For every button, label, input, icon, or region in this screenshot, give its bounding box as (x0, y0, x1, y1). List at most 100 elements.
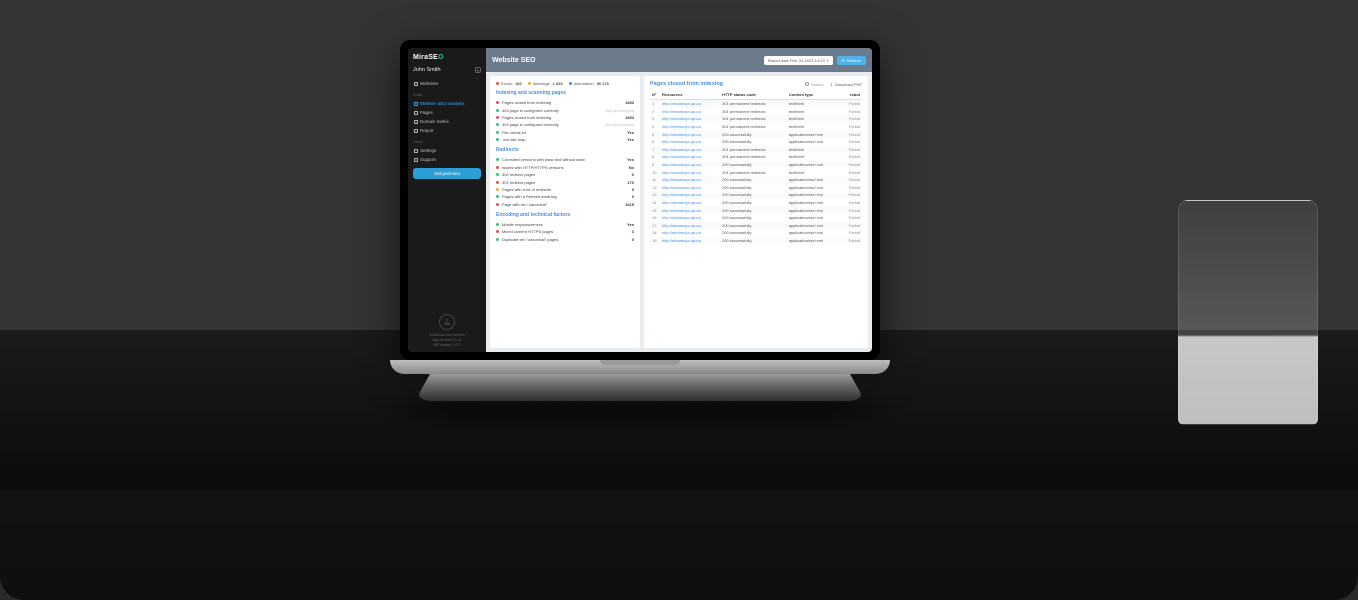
table-row[interactable]: 6http://miraseopr.qa.ua200 successfullya… (650, 138, 862, 146)
issue-row[interactable]: Pages closed from indexing1653 (496, 114, 634, 121)
table-row[interactable]: 17http://miraseopr.qa.ua200 successfully… (650, 222, 862, 230)
table-row[interactable]: 15http://miraseopr.qa.ua200 successfully… (650, 206, 862, 214)
resource-link[interactable]: http://miraseopr.qa.ua (662, 124, 701, 129)
resource-link[interactable]: http://miraseopr.qa.ua (662, 147, 701, 152)
brand-accent: O (438, 54, 444, 61)
table-row[interactable]: 7http://miraseopr.qa.ua301 permanent red… (650, 146, 862, 154)
issue-label: Pages closed from indexing (502, 115, 622, 120)
issue-row[interactable]: Pages with a Refresh meta tag0 (496, 193, 634, 200)
sidebar-footer: ▯ 0% Download new version App version 1.… (413, 314, 481, 348)
resource-link[interactable]: http://miraseopr.qa.ua (662, 132, 701, 137)
table-row[interactable]: 2http://miraseopr.qa.ua301 permanent red… (650, 108, 862, 116)
table-row[interactable]: 4http://miraseopr.qa.ua301 permanent red… (650, 123, 862, 131)
resource-link[interactable]: http://miraseopr.qa.ua (662, 192, 701, 197)
api-version: API version 1.0.7 (413, 343, 481, 348)
table-row[interactable]: 16http://miraseopr.qa.ua200 successfully… (650, 214, 862, 222)
resource-link[interactable]: http://miraseopr.qa.ua (662, 139, 701, 144)
issue-value: Yes (627, 157, 634, 162)
table-row[interactable]: 8http://miraseopr.qa.ua301 permanent red… (650, 153, 862, 161)
get-premium-button[interactable]: Get premium (413, 168, 481, 179)
table-row[interactable]: 5http://miraseopr.qa.ua200 successfullya… (650, 130, 862, 138)
resource-link[interactable]: http://miraseopr.qa.ua (662, 223, 701, 228)
nav-domain-metric[interactable]: Domain metric (413, 117, 481, 126)
table-row[interactable]: 3http://miraseopr.qa.ua301 permanent red… (650, 115, 862, 123)
th-index[interactable]: Nº (650, 90, 660, 100)
status-dot-icon (496, 181, 499, 184)
nav-item-icon (414, 158, 418, 162)
issue-row[interactable]: Duplicate rel="canonical" pages0 (496, 236, 634, 243)
report-date-picker[interactable]: Report date Feb. 24,2023 14:23 ▾ (764, 56, 833, 65)
issue-row[interactable]: 302 redirect pages0 (496, 171, 634, 178)
page-icon (414, 82, 418, 86)
resource-link[interactable]: http://miraseopr.qa.ua (662, 177, 701, 182)
cell-index: 15 (650, 206, 660, 214)
resource-link[interactable]: http://miraseopr.qa.ua (662, 238, 701, 243)
issue-row[interactable]: .xml site mapYes (496, 136, 634, 143)
download-pdf-button[interactable]: ⇩ Download PDF (830, 82, 862, 87)
resource-link[interactable]: http://miraseopr.qa.ua (662, 215, 701, 220)
issue-row[interactable]: Mobile responsivenessYes (496, 221, 634, 228)
issue-row[interactable]: File robots.txtYes (496, 129, 634, 136)
issue-row[interactable]: Pages closed from indexing1653 (496, 99, 634, 106)
table-row[interactable]: 18http://miraseopr.qa.ua200 successfully… (650, 229, 862, 237)
nav-settings[interactable]: Settings (413, 146, 481, 155)
table-row[interactable]: 1http://miraseopr.qa.ua301 permanent red… (650, 100, 862, 108)
resource-link[interactable]: http://miraseopr.qa.ua (662, 230, 701, 235)
issue-row[interactable]: Pages with a lot of redirects9 (496, 186, 634, 193)
table-row[interactable]: 10http://miraseopr.qa.ua301 permanent re… (650, 168, 862, 176)
resource-link[interactable]: http://miraseopr.qa.ua (662, 154, 701, 159)
resource-link[interactable]: http://miraseopr.qa.ua (662, 109, 701, 114)
resource-link[interactable]: http://miraseopr.qa.ua (662, 208, 701, 213)
search-input[interactable]: Search (805, 82, 824, 87)
refresh-button[interactable]: ⟳ Refresh (837, 56, 866, 65)
table-row[interactable]: 9http://miraseopr.qa.ua200 successfullya… (650, 161, 862, 169)
resource-link[interactable]: http://miraseopr.qa.ua (662, 101, 701, 106)
refresh-icon: ⟳ (842, 58, 845, 63)
cell-ctype: application/rss+xml (787, 184, 841, 192)
issue-row[interactable]: Mixed content HTTPS pages3 (496, 228, 634, 235)
nav-report[interactable]: Report (413, 126, 481, 135)
issue-row[interactable]: 404 page is configured correctlyNot yet … (496, 106, 634, 113)
table-row[interactable]: 12http://miraseopr.qa.ua200 successfully… (650, 184, 862, 192)
th-ctype[interactable]: Content type (787, 90, 841, 100)
issue-value: Yes (627, 137, 634, 142)
table-row[interactable]: 11http://miraseopr.qa.ua200 successfully… (650, 176, 862, 184)
brand-logo: MiraSEO (413, 54, 481, 61)
resource-link[interactable]: http://miraseopr.qa.ua (662, 116, 701, 121)
issue-label: Pages with a Refresh meta tag (502, 194, 629, 199)
cell-status: 301 permanent redirects (720, 108, 787, 116)
search-icon (805, 82, 809, 86)
resource-link[interactable]: http://miraseopr.qa.ua (662, 185, 701, 190)
cell-resource: http://miraseopr.qa.ua (660, 123, 720, 131)
issue-row[interactable]: Issues with HTTP/HTTPS versionsNo (496, 164, 634, 171)
th-resources[interactable]: Resources (660, 90, 720, 100)
user-switcher[interactable]: John Smith ▾ (413, 67, 481, 73)
glass-prop (1178, 200, 1318, 425)
issue-row[interactable]: 301 redirect pages170 (496, 178, 634, 185)
resource-link[interactable]: http://miraseopr.qa.ua (662, 162, 701, 167)
nav-pages[interactable]: Pages (413, 108, 481, 117)
table-row[interactable]: 14http://miraseopr.qa.ua200 successfully… (650, 199, 862, 207)
nav-websites[interactable]: Websites (413, 79, 481, 88)
nav-support[interactable]: Support (413, 155, 481, 164)
issue-row[interactable]: 404 page is configured correctlyNot yet … (496, 121, 634, 128)
th-robot[interactable]: robot (840, 90, 862, 100)
issue-label: Pages with a lot of redirects (502, 187, 629, 192)
th-status[interactable]: HTTP status code (720, 90, 787, 100)
resource-link[interactable]: http://miraseopr.qa.ua (662, 170, 701, 175)
stats-bar: Errors: 182 Warnings: 1 833 Information:… (496, 81, 634, 86)
status-dot-icon (496, 131, 499, 134)
nav-website-seo[interactable]: Website SEO analysis (413, 99, 481, 108)
issue-row[interactable]: Page with rel="canonical"1615 (496, 201, 634, 208)
resource-link[interactable]: http://miraseopr.qa.ua (662, 200, 701, 205)
cell-status: 200 successfully (720, 237, 787, 245)
sidebar: MiraSEO John Smith ▾ Websites AuditWebsi… (408, 48, 486, 352)
section-title: Encoding and technical factors (496, 212, 634, 218)
cell-status: 301 permanent redirects (720, 146, 787, 154)
table-row[interactable]: 13http://miraseopr.qa.ua200 successfully… (650, 191, 862, 199)
status-dot-icon (496, 223, 499, 226)
nav-label: Website SEO analysis (420, 101, 464, 106)
issue-row[interactable]: Corrected versions with www and without … (496, 156, 634, 163)
table-row[interactable]: 19http://miraseopr.qa.ua200 successfully… (650, 237, 862, 245)
cell-index: 8 (650, 153, 660, 161)
